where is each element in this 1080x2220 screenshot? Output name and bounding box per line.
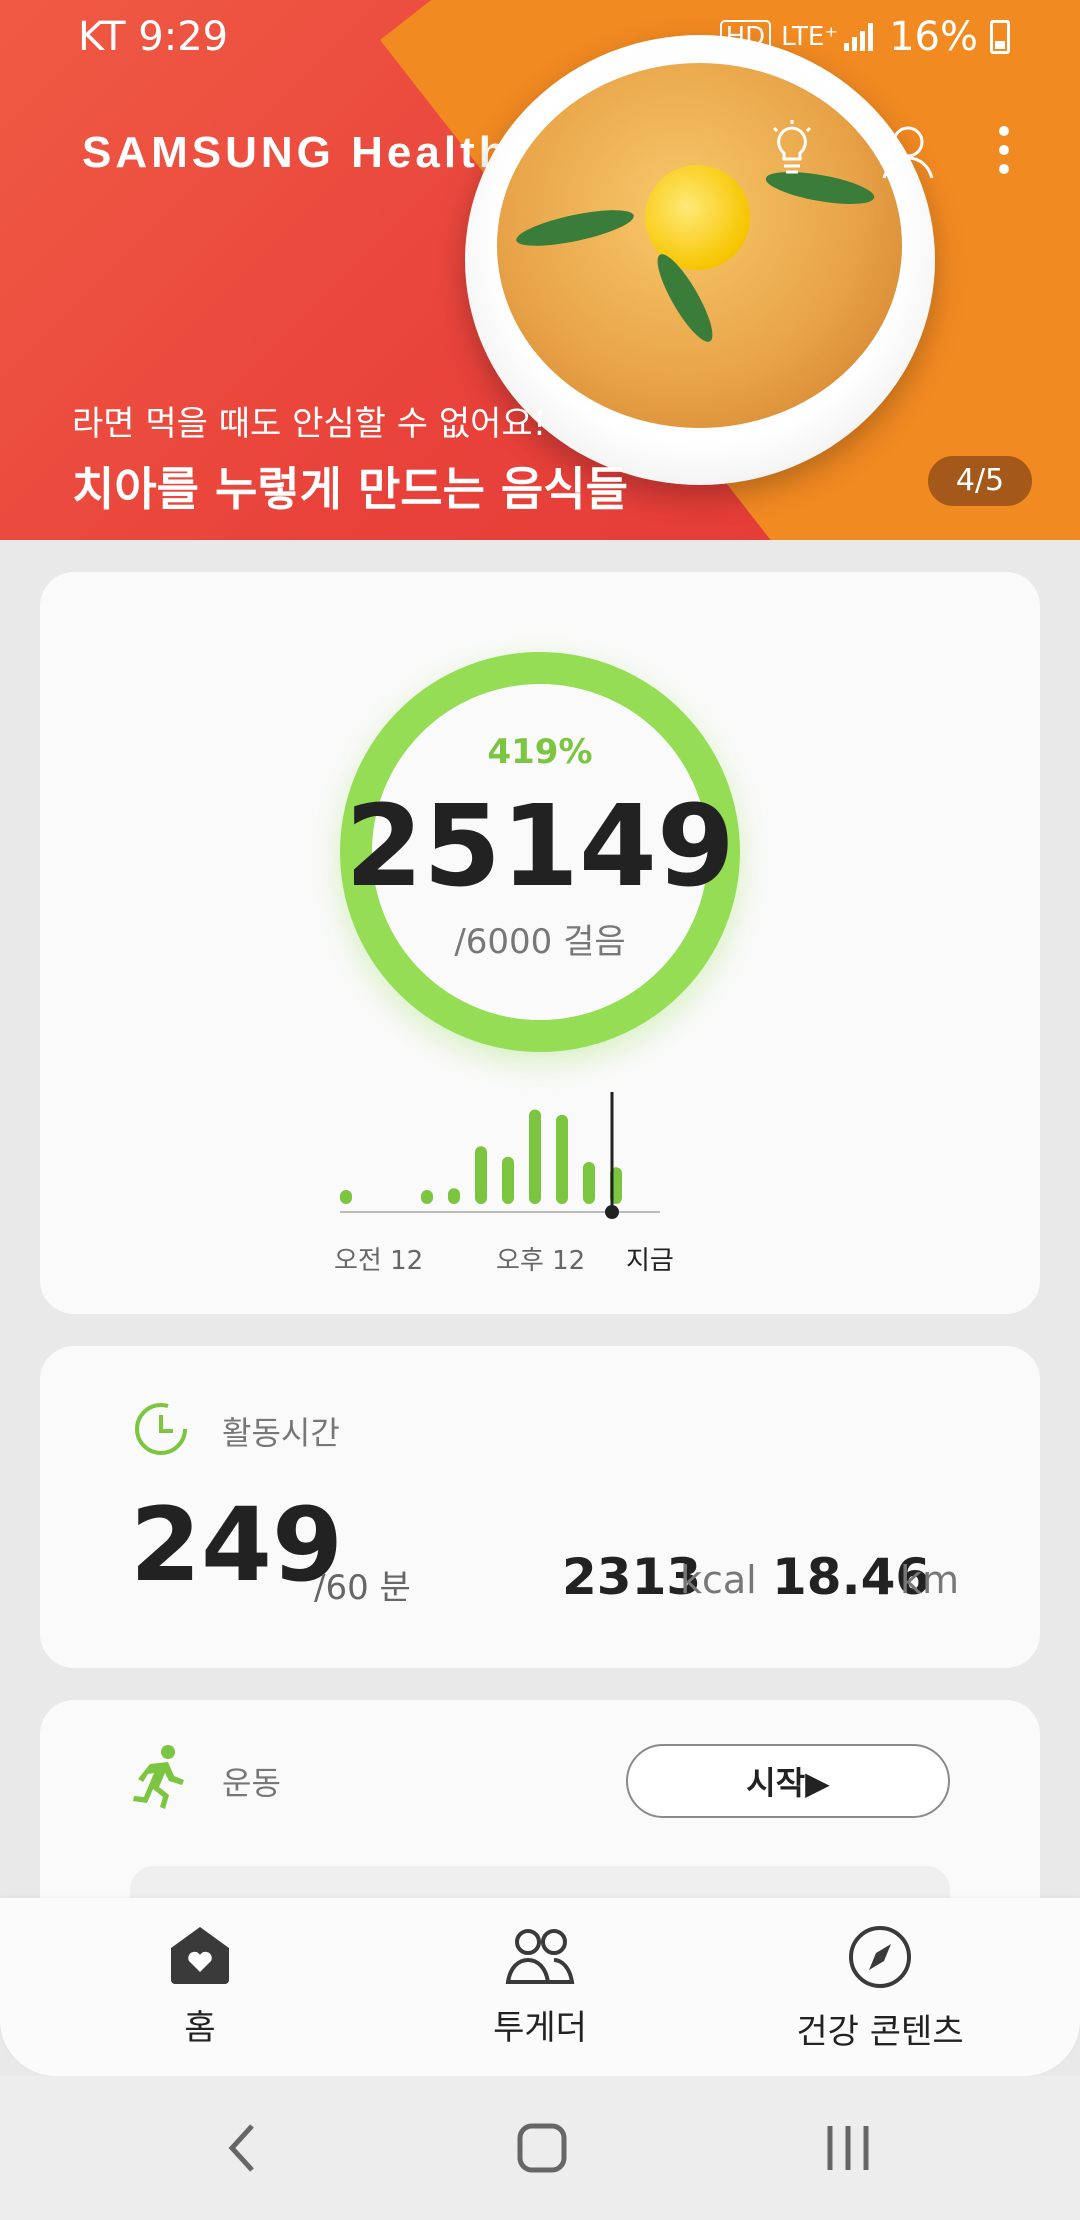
profile-icon[interactable] [878, 120, 938, 193]
step-bar [475, 1146, 487, 1204]
active-time-card[interactable]: 활동시간 249 /60 분 2313 kcal 18.46 km [40, 1346, 1040, 1668]
nav-health-content[interactable]: 건강 콘텐츠 [730, 1924, 1030, 2053]
back-icon[interactable] [224, 2120, 260, 2176]
active-minutes: 249 [130, 1486, 343, 1605]
carrier-time: KT 9:29 [78, 14, 229, 60]
steps-hourly-chart [340, 1092, 660, 1219]
calories-unit: kcal [680, 1558, 757, 1602]
chart-label-start: 오전 12 [334, 1246, 424, 1276]
header-actions [766, 120, 1010, 193]
people-icon [505, 1929, 575, 1984]
step-bar [556, 1114, 568, 1204]
step-bar [529, 1109, 541, 1204]
nav-health-content-label: 건강 콘텐츠 [796, 2012, 964, 2052]
nav-together[interactable]: 투게더 [390, 1924, 690, 2049]
banner-title: 치아를 누렇게 만드는 음식들 [72, 462, 628, 516]
signal-icon [844, 23, 874, 51]
home-heart-icon [171, 1927, 229, 1984]
steps-percent: 419% [487, 732, 593, 772]
steps-goal: /6000 걸음 [454, 922, 626, 962]
app-logo: SAMSUNG Health [82, 128, 510, 177]
step-bar [448, 1188, 460, 1204]
banner-subtitle: 라면 먹을 때도 안심할 수 없어요! [72, 404, 547, 444]
active-time-title: 활동시간 [222, 1414, 340, 1452]
steps-count: 25149 [345, 782, 735, 912]
home-icon[interactable] [516, 2120, 568, 2176]
active-minutes-goal: /60 분 [314, 1568, 411, 1608]
battery-icon [990, 20, 1010, 54]
battery-percent: 16% [889, 14, 978, 60]
header-banner[interactable]: KT 9:29 HD LTE⁺ 16% SAMSUNG Health 라면 먹을… [0, 0, 1080, 540]
steps-card[interactable]: 419% 25149 /6000 걸음 오전 12 오후 12 지금 [40, 572, 1040, 1314]
nav-home[interactable]: 홈 [50, 1924, 350, 2049]
network-type: LTE⁺ [781, 22, 839, 52]
nav-home-label: 홈 [184, 2008, 216, 2048]
start-exercise-button[interactable]: 시작▶ [626, 1744, 950, 1818]
more-options-icon[interactable] [998, 125, 1010, 188]
exercise-title: 운동 [222, 1764, 281, 1802]
step-bar [583, 1162, 595, 1204]
running-icon [133, 1745, 184, 1809]
chart-label-now: 지금 [626, 1246, 674, 1276]
banner-text: 라면 먹을 때도 안심할 수 없어요! 치아를 누렇게 만드는 음식들 [72, 396, 628, 519]
banner-pager: 4/5 [928, 456, 1032, 506]
compass-icon [849, 1926, 911, 1988]
now-marker-dot [605, 1205, 619, 1219]
clock-icon [135, 1403, 187, 1455]
lightbulb-icon[interactable] [766, 120, 818, 193]
distance-unit: km [900, 1558, 960, 1602]
step-bar [340, 1190, 352, 1204]
bottom-navigation: 홈 투게더 건강 콘텐츠 [0, 1898, 1080, 2076]
chart-label-mid: 오후 12 [496, 1246, 586, 1276]
system-navigation-bar [0, 2076, 1080, 2220]
nav-together-label: 투게더 [493, 2008, 587, 2048]
step-bar [421, 1190, 433, 1204]
status-bar: KT 9:29 HD LTE⁺ 16% [78, 12, 1010, 62]
recents-icon[interactable] [820, 2120, 876, 2176]
step-bar [502, 1156, 514, 1204]
